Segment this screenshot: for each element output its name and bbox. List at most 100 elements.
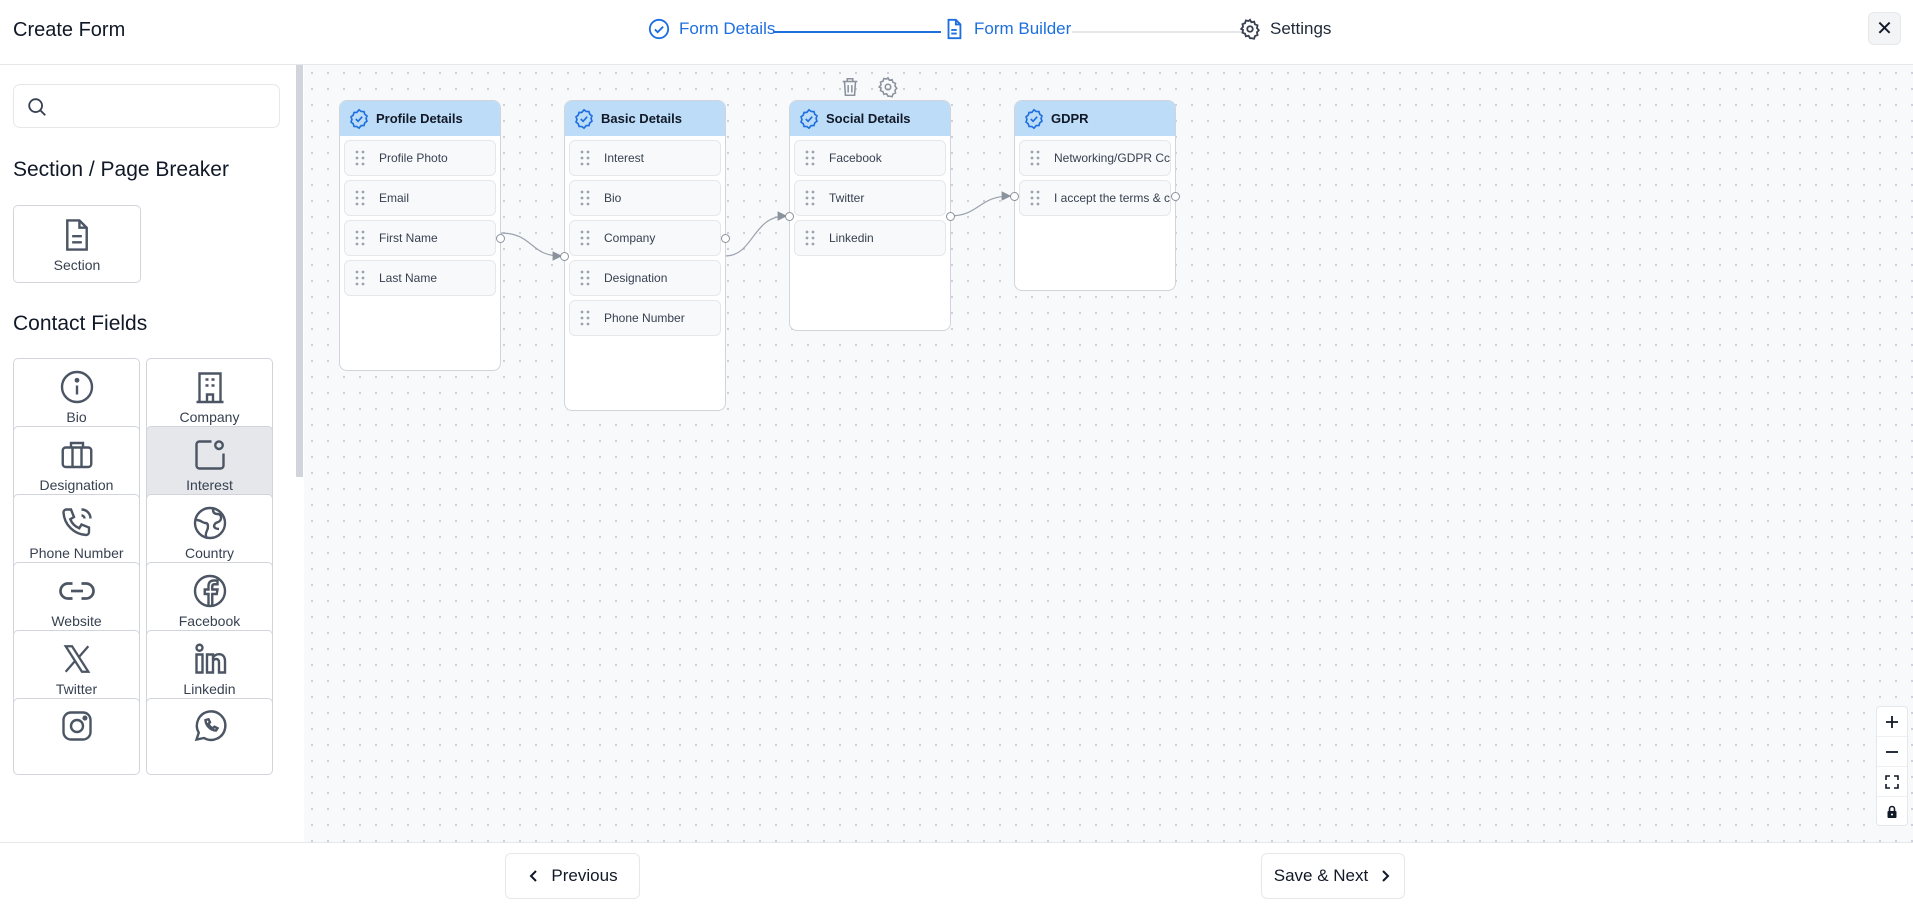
- step-connector-completed: [773, 31, 941, 33]
- phone-icon: [58, 504, 96, 542]
- link-icon: [58, 572, 96, 610]
- previous-button[interactable]: Previous: [505, 853, 640, 899]
- section-node-profile-details[interactable]: Profile Details Profile Photo Email Firs…: [339, 100, 505, 371]
- facebook-icon: [191, 572, 229, 610]
- step-label: Form Builder: [974, 19, 1072, 38]
- form-builder-canvas[interactable]: Profile Details Profile Photo Email Firs…: [304, 65, 1913, 842]
- field-item[interactable]: Company: [569, 220, 730, 256]
- section-node-basic-details[interactable]: Basic Details Interest Bio Company Desig…: [560, 100, 730, 411]
- lock-button[interactable]: [1877, 797, 1907, 827]
- field-item[interactable]: Twitter: [794, 180, 946, 216]
- field-item[interactable]: Facebook: [794, 140, 946, 176]
- field-item[interactable]: Profile Photo: [344, 140, 496, 176]
- close-button[interactable]: ✕: [1868, 12, 1901, 45]
- tile-label: Phone Number: [29, 545, 124, 561]
- drag-handle-icon[interactable]: [355, 150, 365, 166]
- node-header[interactable]: Basic Details: [565, 101, 725, 136]
- save-next-button[interactable]: Save & Next: [1261, 853, 1405, 899]
- drag-handle-icon[interactable]: [805, 190, 815, 206]
- fit-view-icon: [1885, 774, 1899, 789]
- field-label: I accept the terms & c: [1054, 191, 1171, 205]
- field-item[interactable]: First Name: [344, 220, 505, 256]
- verified-badge-icon: [1023, 108, 1045, 130]
- drag-handle-icon[interactable]: [580, 230, 590, 246]
- field-item[interactable]: Linkedin: [794, 220, 946, 256]
- tile-instagram[interactable]: [13, 698, 140, 775]
- building-icon: [191, 368, 229, 406]
- field-label: Last Name: [379, 271, 438, 285]
- section-node-social-details[interactable]: Social Details Facebook Twitter Linkedin: [785, 100, 955, 331]
- field-label: Designation: [604, 271, 668, 285]
- field-item[interactable]: Networking/GDPR Cc: [1019, 140, 1171, 176]
- tile-phone-number[interactable]: Phone Number: [13, 494, 140, 571]
- check-circle-icon: [648, 18, 670, 40]
- step-label: Settings: [1270, 19, 1332, 38]
- tile-website[interactable]: Website: [13, 562, 140, 639]
- node-header[interactable]: Profile Details: [340, 101, 500, 136]
- field-label: Networking/GDPR Cc: [1054, 151, 1171, 165]
- target-handle[interactable]: [1010, 192, 1019, 201]
- fit-view-button[interactable]: [1877, 767, 1907, 797]
- drag-handle-icon[interactable]: [805, 230, 815, 246]
- search-box[interactable]: [13, 84, 280, 128]
- source-handle[interactable]: [946, 212, 955, 221]
- tile-whatsapp[interactable]: [146, 698, 273, 775]
- field-label: Linkedin: [829, 231, 874, 245]
- search-input[interactable]: [56, 93, 271, 121]
- node-header[interactable]: GDPR: [1015, 101, 1175, 136]
- drag-handle-icon[interactable]: [1030, 150, 1040, 166]
- drag-handle-icon[interactable]: [580, 190, 590, 206]
- x-twitter-icon: [58, 640, 96, 678]
- tile-company[interactable]: Company: [146, 358, 273, 435]
- field-label: Interest: [604, 151, 645, 165]
- field-item[interactable]: Bio: [569, 180, 721, 216]
- globe-icon: [191, 504, 229, 542]
- tile-country[interactable]: Country: [146, 494, 273, 571]
- section-heading-contact-fields: Contact Fields: [13, 312, 148, 335]
- tile-label: Designation: [39, 477, 114, 493]
- lock-icon: [1887, 805, 1897, 818]
- drag-handle-icon[interactable]: [355, 270, 365, 286]
- document-icon: [943, 18, 965, 40]
- tile-linkedin[interactable]: Linkedin: [146, 630, 273, 707]
- tile-twitter[interactable]: Twitter: [13, 630, 140, 707]
- target-handle[interactable]: [785, 212, 794, 221]
- drag-handle-icon[interactable]: [580, 310, 590, 326]
- page-title: Create Form: [13, 19, 126, 41]
- field-item[interactable]: Phone Number: [569, 300, 721, 336]
- target-handle[interactable]: [560, 252, 569, 261]
- drag-handle-icon[interactable]: [355, 190, 365, 206]
- field-item[interactable]: Interest: [569, 140, 721, 176]
- source-handle[interactable]: [1171, 192, 1180, 201]
- drag-handle-icon[interactable]: [805, 150, 815, 166]
- drag-handle-icon[interactable]: [1030, 190, 1040, 206]
- step-settings[interactable]: Settings: [1239, 18, 1331, 40]
- interest-icon: [191, 436, 229, 474]
- field-item[interactable]: Email: [344, 180, 496, 216]
- zoom-in-button[interactable]: [1877, 707, 1907, 737]
- tile-bio[interactable]: Bio: [13, 358, 140, 435]
- field-item[interactable]: Last Name: [344, 260, 496, 296]
- section-node-gdpr[interactable]: GDPR Networking/GDPR Cc I accept the ter…: [1010, 100, 1180, 291]
- sidebar-scrollbar[interactable]: [296, 65, 303, 477]
- step-form-builder[interactable]: Form Builder: [943, 18, 1071, 40]
- drag-handle-icon[interactable]: [580, 270, 590, 286]
- step-form-details[interactable]: Form Details: [648, 18, 775, 40]
- tile-facebook[interactable]: Facebook: [146, 562, 273, 639]
- chevron-right-icon: [1382, 870, 1390, 882]
- field-palette-sidebar: Section / Page Breaker Section Contact F…: [0, 65, 298, 842]
- field-item[interactable]: Designation: [569, 260, 721, 296]
- close-icon: ✕: [1876, 18, 1893, 40]
- drag-handle-icon[interactable]: [580, 150, 590, 166]
- node-header[interactable]: Social Details: [790, 101, 950, 136]
- source-handle[interactable]: [721, 234, 730, 243]
- drag-handle-icon[interactable]: [355, 230, 365, 246]
- tile-interest[interactable]: Interest: [146, 426, 273, 503]
- field-label: Profile Photo: [379, 151, 448, 165]
- tile-label: Country: [184, 545, 235, 561]
- tile-designation[interactable]: Designation: [13, 426, 140, 503]
- tile-section[interactable]: Section: [13, 205, 141, 283]
- zoom-out-button[interactable]: [1877, 737, 1907, 767]
- field-item[interactable]: I accept the terms & c: [1019, 180, 1171, 216]
- source-handle[interactable]: [496, 234, 505, 243]
